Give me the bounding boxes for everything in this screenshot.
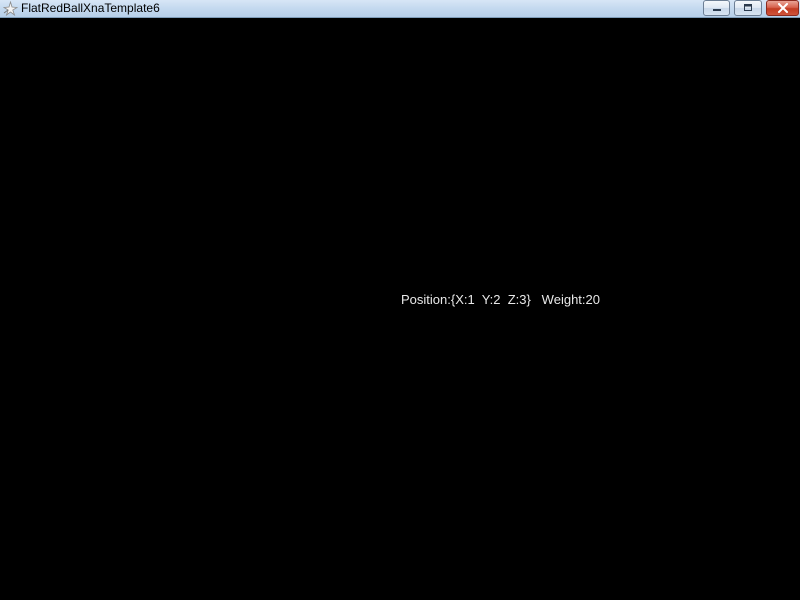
close-button[interactable]: [766, 0, 799, 16]
close-icon: [777, 3, 788, 13]
minimize-icon: [712, 9, 721, 11]
game-viewport[interactable]: [0, 18, 800, 600]
flatredball-star-icon[interactable]: [2, 0, 19, 17]
minimize-button[interactable]: [703, 0, 730, 16]
maximize-button[interactable]: [734, 0, 762, 16]
game-window: FlatRedBallXnaTemplate6 Position:{X:1 Y:…: [0, 0, 800, 600]
restore-icon: [744, 4, 752, 11]
position-weight-text: Position:{X:1 Y:2 Z:3} Weight:20: [401, 292, 600, 307]
window-title: FlatRedBallXnaTemplate6: [21, 1, 160, 15]
title-bar[interactable]: FlatRedBallXnaTemplate6: [0, 0, 800, 18]
